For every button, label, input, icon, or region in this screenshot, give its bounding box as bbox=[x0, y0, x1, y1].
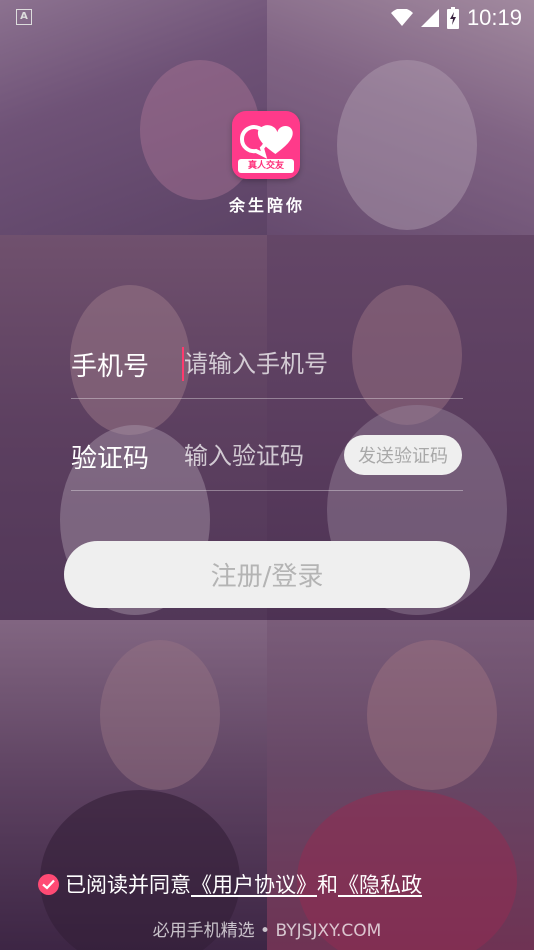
phone-label: 手机号 bbox=[71, 352, 150, 382]
code-divider bbox=[71, 490, 463, 491]
agreement-row: 已阅读并同意 《用户协议》 和 《隐私政 bbox=[38, 870, 422, 898]
phone-divider bbox=[71, 398, 463, 399]
agreement-and: 和 bbox=[317, 873, 338, 897]
code-input[interactable] bbox=[184, 436, 339, 476]
agreement-checkbox[interactable] bbox=[38, 873, 59, 895]
phone-input[interactable] bbox=[184, 344, 454, 384]
battery-icon bbox=[446, 7, 459, 29]
status-bar: A 10:19 bbox=[0, 0, 534, 36]
phone-row: 手机号 bbox=[71, 334, 463, 394]
agreement-prefix: 已阅读并同意 bbox=[65, 873, 191, 897]
privacy-policy-link[interactable]: 《隐私政 bbox=[338, 869, 422, 899]
wifi-icon bbox=[390, 9, 413, 26]
signal-icon bbox=[420, 9, 439, 27]
send-code-button[interactable]: 发送验证码 bbox=[344, 435, 462, 475]
text-caret bbox=[182, 347, 184, 381]
app-name: 余生陪你 bbox=[228, 196, 305, 215]
register-login-button[interactable]: 注册/登录 bbox=[64, 541, 470, 608]
chat-bubbles-icon bbox=[239, 125, 293, 159]
code-label: 验证码 bbox=[71, 444, 150, 474]
logo-badge: 真人交友 bbox=[238, 159, 294, 173]
user-agreement-link[interactable]: 《用户协议》 bbox=[191, 869, 317, 899]
status-time: 10:19 bbox=[466, 5, 522, 30]
watermark: 必用手机精选 • BYJSJXY.COM bbox=[152, 921, 382, 941]
notification-app-icon: A bbox=[16, 9, 32, 25]
app-logo: 真人交友 bbox=[232, 111, 300, 179]
check-icon bbox=[42, 879, 55, 890]
